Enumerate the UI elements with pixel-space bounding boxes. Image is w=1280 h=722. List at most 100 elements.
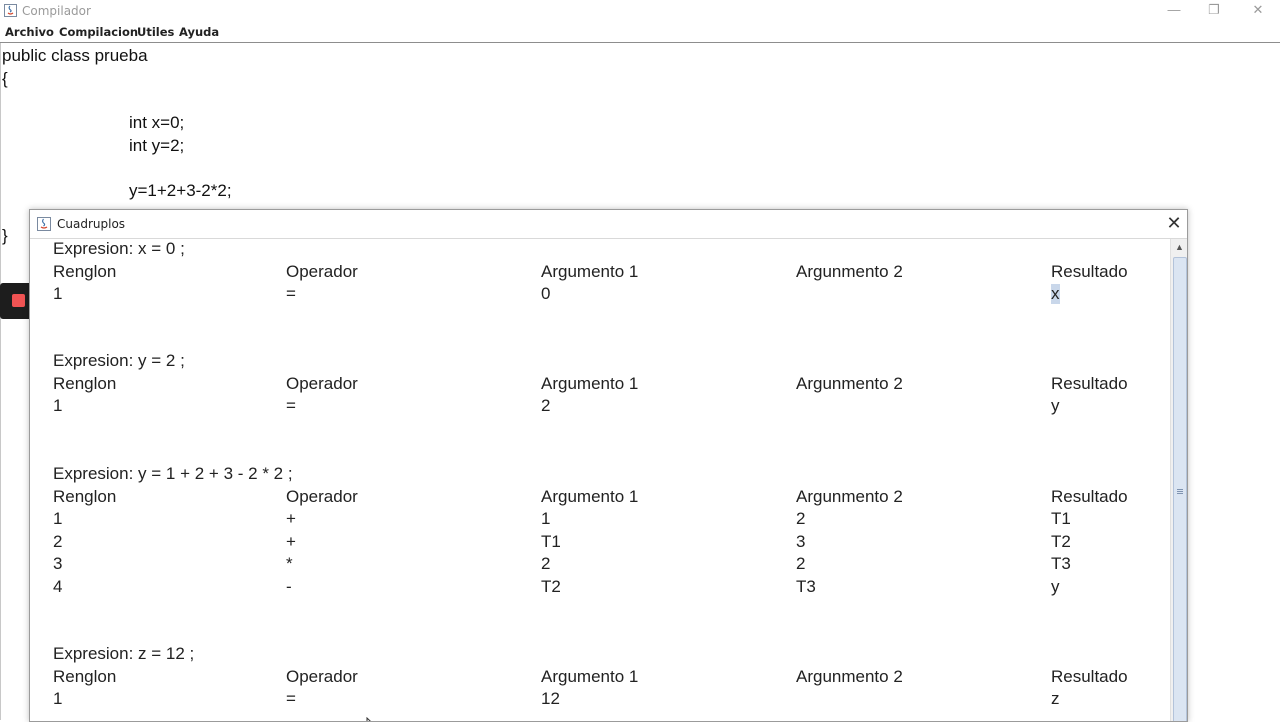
header-argumento-1: Argumento 1 (541, 486, 639, 506)
header-renglon: Renglon (53, 666, 117, 686)
expression-text: Expresion: z = 12 ; (53, 644, 195, 663)
expression-text: Expresion: x = 0 ; (53, 239, 185, 258)
java-app-icon (37, 217, 51, 231)
header-resultado: Resultado (1051, 666, 1128, 686)
expression-line: Expresion: y = 1 + 2 + 3 - 2 * 2 ; (53, 464, 1163, 487)
header-resultado: Resultado (1051, 486, 1128, 506)
cell-operador: = (286, 284, 296, 303)
cell-resultado: z (1051, 689, 1060, 708)
header-operador: Operador (286, 373, 358, 393)
cell-argumento-2: 2 (796, 554, 806, 573)
vertical-scrollbar[interactable]: ▲ (1170, 239, 1187, 721)
cell-argumento-2: 3 (796, 531, 806, 551)
header-row: Renglon Operador Argumento 1 Argunmento … (53, 487, 1163, 510)
header-argumento-1: Argumento 1 (541, 261, 639, 281)
menu-archivo[interactable]: Archivo (5, 25, 54, 39)
header-operador: Operador (286, 261, 358, 281)
cell-operador: * (286, 554, 293, 573)
header-row: Renglon Operador Argumento 1 Argunmento … (53, 262, 1163, 285)
cell-argumento-1: 2 (541, 554, 551, 573)
cell-renglon: 1 (53, 284, 63, 303)
quadruple-row: 1 + 1 2 T1 (53, 509, 1163, 532)
grip-line (1177, 493, 1183, 494)
cell-argumento-1: 2 (541, 396, 551, 415)
quadruple-row: 1 = 0 x (53, 284, 1163, 307)
cell-renglon: 4 (53, 576, 63, 596)
expression-block: Expresion: y = 1 + 2 + 3 - 2 * 2 ; Rengl… (53, 464, 1163, 599)
header-resultado: Resultado (1051, 373, 1128, 393)
quadruple-row: 1 = 12 z (53, 689, 1163, 712)
code-line: public class prueba (2, 46, 148, 65)
header-row: Renglon Operador Argumento 1 Argunmento … (53, 667, 1163, 690)
quadruple-row: 1 = 2 y (53, 396, 1163, 419)
cell-renglon: 1 (53, 509, 63, 528)
quadruple-row: 4 - T2 T3 y (53, 577, 1163, 600)
quadruple-row: 3 * 2 2 T3 (53, 554, 1163, 577)
header-argumento-2: Argunmento 2 (796, 486, 903, 506)
code-line: { (2, 69, 8, 88)
menubar: Archivo Compilacion Utiles Ayuda (0, 22, 1280, 43)
dialog-close-button[interactable]: ✕ (1163, 212, 1185, 234)
maximize-button[interactable]: ❐ (1192, 0, 1236, 22)
header-renglon: Renglon (53, 486, 117, 506)
grip-line (1177, 491, 1183, 492)
code-line: y=1+2+3-2*2; (129, 181, 232, 200)
quadruple-row: 2 + T1 3 T2 (53, 532, 1163, 555)
cell-renglon: 1 (53, 396, 63, 415)
header-renglon: Renglon (53, 373, 117, 393)
cell-argumento-1: 0 (541, 284, 551, 303)
code-line: int y=2; (129, 136, 185, 155)
cuadruplos-dialog: Cuadruplos ✕ Expresion: x = 0 ; Renglon … (29, 209, 1188, 722)
code-line: } (2, 226, 8, 245)
expression-line: Expresion: y = 2 ; (53, 351, 1163, 374)
expression-block: Expresion: y = 2 ; Renglon Operador Argu… (53, 351, 1163, 419)
cell-operador: + (286, 531, 296, 551)
minimize-button[interactable]: — (1152, 0, 1196, 22)
code-line: int x=0; (129, 113, 185, 132)
expression-text: Expresion: y = 2 ; (53, 351, 185, 370)
header-argumento-1: Argumento 1 (541, 666, 639, 686)
cell-operador: = (286, 396, 296, 415)
window-title: Compilador (22, 4, 91, 18)
cell-resultado-selected: x (1051, 284, 1060, 304)
header-argumento-2: Argunmento 2 (796, 261, 903, 281)
cell-resultado: y (1051, 396, 1060, 415)
header-row: Renglon Operador Argumento 1 Argunmento … (53, 374, 1163, 397)
close-button[interactable]: ✕ (1236, 0, 1280, 22)
grip-line (1177, 489, 1183, 490)
menu-utiles[interactable]: Utiles (137, 25, 174, 39)
cell-operador: = (286, 689, 296, 708)
expression-text: Expresion: y = 1 + 2 + 3 - 2 * 2 ; (53, 464, 293, 483)
scroll-up-arrow-icon[interactable]: ▲ (1171, 239, 1187, 256)
dialog-titlebar: Cuadruplos ✕ (30, 210, 1187, 239)
scroll-thumb[interactable] (1173, 257, 1187, 721)
cell-resultado: T1 (1051, 509, 1071, 528)
cell-renglon: 2 (53, 531, 63, 551)
cell-operador: + (286, 509, 296, 528)
mouse-pointer-icon (366, 717, 371, 721)
cell-argumento-1: 1 (541, 509, 551, 528)
cell-argumento-2: T3 (796, 576, 816, 596)
cell-operador: - (286, 576, 292, 596)
header-resultado: Resultado (1051, 261, 1128, 281)
cell-argumento-1: T2 (541, 576, 561, 596)
cell-argumento-2: 2 (796, 509, 806, 528)
header-argumento-1: Argumento 1 (541, 373, 639, 393)
main-titlebar: Compilador — ❐ ✕ (0, 0, 1280, 22)
header-argumento-2: Argunmento 2 (796, 373, 903, 393)
cell-renglon: 1 (53, 689, 63, 708)
header-operador: Operador (286, 666, 358, 686)
header-operador: Operador (286, 486, 358, 506)
cell-argumento-1: T1 (541, 531, 561, 551)
menu-ayuda[interactable]: Ayuda (179, 25, 219, 39)
expression-block: Expresion: z = 12 ; Renglon Operador Arg… (53, 644, 1163, 712)
cell-argumento-1: 12 (541, 689, 560, 708)
cell-renglon: 3 (53, 554, 63, 573)
quadruples-text-area[interactable]: Expresion: x = 0 ; Renglon Operador Argu… (30, 239, 1170, 721)
menu-compilacion[interactable]: Compilacion (59, 25, 138, 39)
cell-resultado: y (1051, 576, 1060, 596)
java-app-icon (4, 4, 17, 17)
header-argumento-2: Argunmento 2 (796, 666, 903, 686)
expression-line: Expresion: z = 12 ; (53, 644, 1163, 667)
cell-resultado: T2 (1051, 531, 1071, 551)
